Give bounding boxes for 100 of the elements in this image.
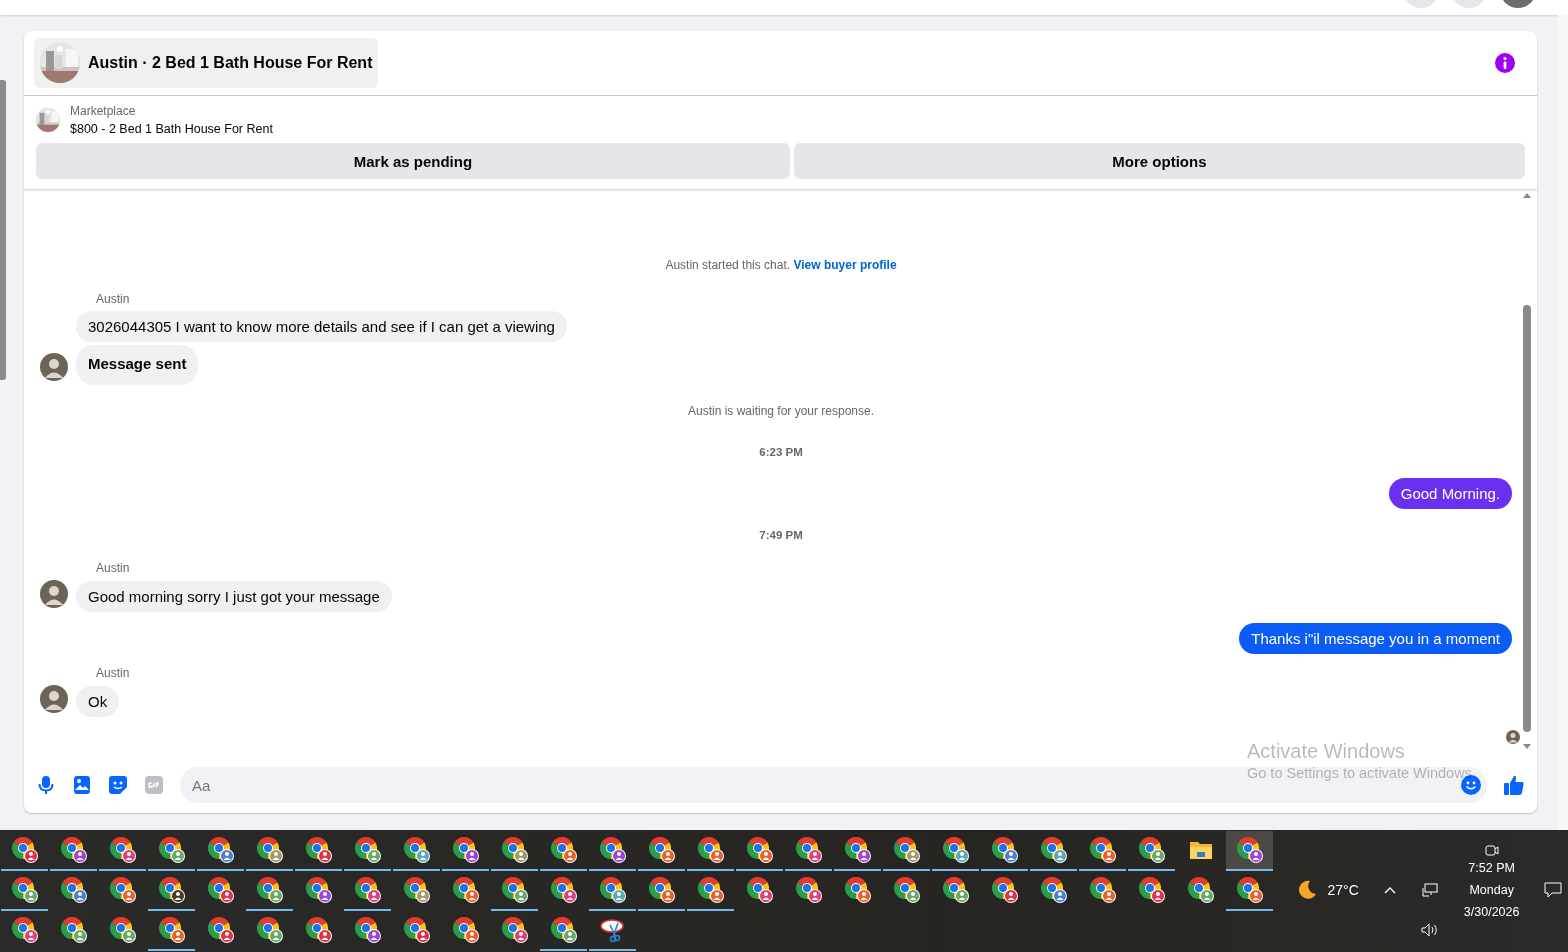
chrome-icon bbox=[10, 916, 39, 944]
like-icon[interactable] bbox=[1503, 774, 1525, 796]
avatar-icon bbox=[40, 353, 68, 381]
message-bubble[interactable]: Good morning sorry I just got your message bbox=[76, 581, 392, 612]
chrome-icon bbox=[206, 916, 235, 944]
chrome-icon bbox=[255, 916, 284, 944]
timestamp: 6:23 PM bbox=[759, 446, 803, 458]
conversation-title[interactable]: Austin · 2 Bed 1 Bath House For Rent bbox=[34, 38, 379, 88]
sticker-icon[interactable] bbox=[108, 775, 128, 795]
chrome-icon bbox=[108, 836, 137, 864]
chrome-icon bbox=[1039, 836, 1068, 864]
sender-name: Austin bbox=[96, 666, 131, 680]
scroll-up-icon[interactable] bbox=[1523, 193, 1531, 198]
chrome-icon bbox=[402, 836, 431, 864]
chrome-icon bbox=[304, 916, 333, 944]
chat-scrollbar[interactable] bbox=[1523, 305, 1531, 732]
message-bubble[interactable]: Message sent bbox=[76, 345, 199, 385]
chrome-icon bbox=[59, 916, 88, 944]
chrome-icon bbox=[1235, 876, 1264, 904]
chat-notice: Austin started this chat. View buyer profile bbox=[665, 258, 897, 272]
chrome-icon bbox=[1137, 876, 1166, 904]
chrome-icon bbox=[500, 916, 529, 944]
chrome-icon bbox=[500, 876, 529, 904]
timestamp: 7:49 PM bbox=[759, 529, 803, 541]
chrome-icon bbox=[1088, 836, 1117, 864]
chrome-icon bbox=[206, 836, 235, 864]
folder-icon bbox=[1188, 839, 1213, 861]
chrome-icon bbox=[108, 876, 137, 904]
chrome-icon bbox=[941, 836, 970, 864]
sender-name: Austin bbox=[96, 561, 131, 575]
mark-pending-button[interactable]: Mark as pending bbox=[36, 143, 790, 179]
chrome-icon bbox=[745, 876, 774, 904]
chrome-icon bbox=[353, 836, 382, 864]
message-bubble[interactable]: Thanks i"il message you in a moment bbox=[1239, 623, 1512, 654]
sender-name: Austin bbox=[96, 292, 131, 306]
read-receipt-icon bbox=[1506, 730, 1520, 744]
chrome-icon bbox=[157, 836, 186, 864]
chrome-icon bbox=[843, 836, 872, 864]
activation-title: Activate Windows bbox=[1247, 740, 1406, 763]
chrome-icon bbox=[353, 876, 382, 904]
chrome-icon bbox=[1235, 836, 1264, 864]
taskbar-app[interactable] bbox=[1226, 831, 1273, 871]
chrome-icon bbox=[451, 916, 480, 944]
chrome-icon bbox=[59, 876, 88, 904]
chrome-icon bbox=[402, 916, 431, 944]
message-bubble[interactable]: Good Morning. bbox=[1388, 478, 1512, 509]
chrome-icon bbox=[500, 836, 529, 864]
chrome-icon bbox=[353, 916, 382, 944]
chrome-icon bbox=[892, 876, 921, 904]
clock-date[interactable]: 3/30/2026 bbox=[1463, 905, 1520, 919]
listing-source: Marketplace bbox=[70, 104, 137, 118]
message-bubble[interactable]: Ok bbox=[76, 686, 120, 717]
image-icon[interactable] bbox=[72, 775, 92, 795]
chrome-icon bbox=[255, 876, 284, 904]
chrome-icon bbox=[598, 836, 627, 864]
chrome-icon bbox=[451, 836, 480, 864]
info-icon[interactable] bbox=[1495, 53, 1515, 73]
avatar-icon bbox=[40, 580, 68, 608]
chrome-icon bbox=[990, 876, 1019, 904]
panel-scrollbar[interactable] bbox=[0, 80, 6, 380]
chrome-icon bbox=[10, 876, 39, 904]
chrome-icon bbox=[255, 836, 284, 864]
chrome-icon bbox=[745, 836, 774, 864]
chrome-icon bbox=[598, 876, 627, 904]
chrome-icon bbox=[549, 876, 578, 904]
chrome-icon bbox=[794, 876, 823, 904]
more-options-button[interactable]: More options bbox=[793, 143, 1525, 179]
chrome-icon bbox=[1088, 876, 1117, 904]
chrome-icon bbox=[402, 876, 431, 904]
chrome-icon bbox=[941, 876, 970, 904]
network-icon[interactable] bbox=[1421, 883, 1438, 897]
chrome-icon bbox=[549, 916, 578, 944]
chrome-icon bbox=[451, 876, 480, 904]
chrome-icon bbox=[892, 836, 921, 864]
chrome-icon bbox=[1137, 836, 1166, 864]
chrome-icon bbox=[206, 876, 235, 904]
clock-day[interactable]: Monday bbox=[1469, 883, 1514, 897]
chrome-icon bbox=[304, 876, 333, 904]
volume-icon[interactable] bbox=[1420, 923, 1439, 937]
clock-time[interactable]: 7:52 PM bbox=[1468, 861, 1515, 875]
listing-summary[interactable]: $800 - 2 Bed 1 Bath House For Rent bbox=[70, 122, 273, 136]
microphone-icon[interactable] bbox=[36, 775, 56, 795]
scissors-icon bbox=[599, 917, 626, 943]
chevron-up-icon[interactable] bbox=[1383, 886, 1396, 894]
chrome-icon bbox=[10, 836, 39, 864]
chrome-icon bbox=[990, 836, 1019, 864]
page-scrollbar[interactable] bbox=[1558, 15, 1568, 830]
buyer-profile-link[interactable]: View buyer profile bbox=[793, 258, 897, 272]
chrome-icon bbox=[696, 876, 725, 904]
activation-text: Go to Settings to activate Windows bbox=[1247, 765, 1472, 781]
scroll-down-icon[interactable] bbox=[1523, 744, 1531, 749]
message-bubble[interactable]: 3026044305 I want to know more details and see if I can get a viewing bbox=[76, 311, 567, 342]
chrome-icon bbox=[843, 876, 872, 904]
chrome-icon bbox=[794, 836, 823, 864]
avatar-icon bbox=[40, 685, 68, 713]
notification-icon[interactable] bbox=[1544, 882, 1563, 898]
chrome-icon bbox=[647, 836, 676, 864]
chrome-icon bbox=[549, 836, 578, 864]
camera-icon[interactable] bbox=[1484, 843, 1499, 857]
temperature[interactable]: 27°C bbox=[1327, 882, 1359, 898]
